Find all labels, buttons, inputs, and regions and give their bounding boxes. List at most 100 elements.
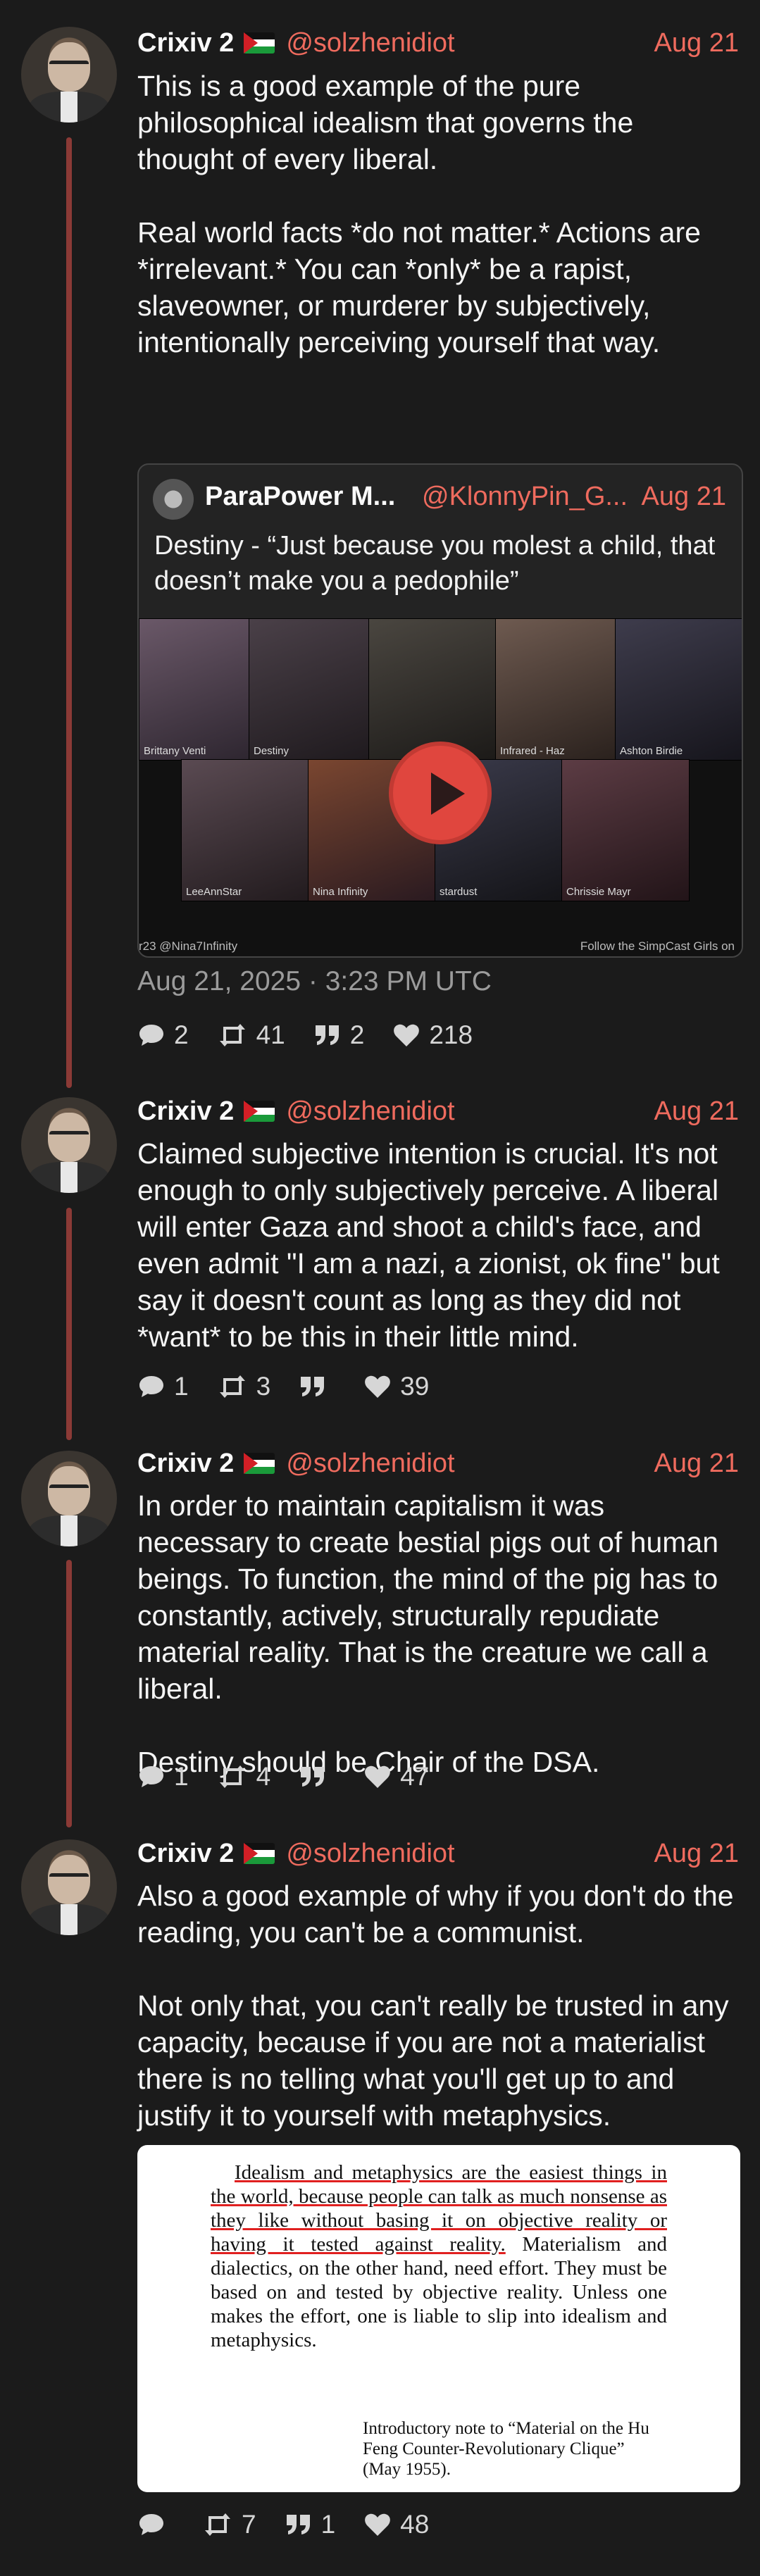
author-name[interactable]: Crixiv 2 xyxy=(137,1096,234,1127)
like-button[interactable]: 39 xyxy=(363,1372,429,1401)
post-stats: 1 3 39 xyxy=(137,1370,457,1403)
author-handle[interactable]: @solzhenidiot xyxy=(286,1449,454,1479)
video-tile-label: LeeAnnStar xyxy=(186,886,242,898)
repost-button[interactable]: 3 xyxy=(217,1372,271,1401)
post-text: Also a good example of why if you don't … xyxy=(137,1877,736,2134)
reply-button[interactable]: 2 xyxy=(137,1020,189,1050)
heart-icon xyxy=(363,1374,392,1399)
video-caption: Follow the SimpCast Girls on xyxy=(580,939,735,953)
video-tile-label: stardust xyxy=(440,886,478,898)
palestine-flag-icon xyxy=(244,32,275,54)
reply-button[interactable]: 1 xyxy=(137,1372,189,1401)
avatar[interactable] xyxy=(21,1839,117,1935)
quote-count: 2 xyxy=(349,1020,365,1049)
post-paragraph: Also a good example of why if you don't … xyxy=(137,1880,734,1949)
quote-avatar xyxy=(153,479,194,520)
reply-button[interactable]: 1 xyxy=(137,1762,189,1792)
palestine-flag-icon xyxy=(244,1101,275,1122)
play-icon[interactable] xyxy=(389,742,492,844)
post-text: This is a good example of the pure philo… xyxy=(137,68,736,361)
attached-image[interactable]: Idealism and metaphysics are the easiest… xyxy=(137,2145,740,2492)
palestine-flag-icon xyxy=(244,1843,275,1864)
heart-icon xyxy=(363,1764,392,1789)
video-tile: LeeAnnStar xyxy=(181,759,309,901)
quote-button[interactable]: 1 xyxy=(285,2510,335,2539)
repost-button[interactable]: 7 xyxy=(202,2510,256,2539)
video-player[interactable]: Brittany Venti Destiny Infrared - Haz As… xyxy=(139,618,742,956)
post-stats: 1 4 47 xyxy=(137,1761,457,1793)
quote-icon xyxy=(299,1764,327,1789)
reply-button[interactable] xyxy=(137,2512,174,2537)
comment-icon xyxy=(137,2512,166,2537)
post-header: Crixiv 2 @solzhenidiot xyxy=(137,1836,455,1871)
video-caption: r23 @Nina7Infinity xyxy=(139,939,238,953)
video-tile: Brittany Venti xyxy=(139,618,250,761)
heart-icon xyxy=(363,2512,392,2537)
quote-button[interactable] xyxy=(299,1374,335,1399)
repost-button[interactable]: 41 xyxy=(217,1020,285,1050)
post-stats: 7 1 48 xyxy=(137,2508,457,2541)
retweet-icon xyxy=(217,1374,248,1399)
quote-author-name: ParaPower M... xyxy=(205,482,396,511)
video-tile: Destiny xyxy=(249,618,370,761)
thread-line xyxy=(66,1208,72,1440)
post-date[interactable]: Aug 21 xyxy=(654,1094,739,1129)
video-tile xyxy=(368,618,497,761)
like-button[interactable]: 218 xyxy=(392,1020,473,1050)
post-stats: 2 41 2 218 xyxy=(137,1019,501,1051)
repost-count: 3 xyxy=(256,1372,271,1401)
post-header: Crixiv 2 @solzhenidiot xyxy=(137,1094,455,1129)
video-tile-label: Chrissie Mayr xyxy=(566,886,631,898)
repost-count: 41 xyxy=(256,1020,285,1049)
post-paragraph: In order to maintain capitalism it was n… xyxy=(137,1489,719,1705)
post-header: Crixiv 2 @solzhenidiot xyxy=(137,25,455,61)
video-tile-label: Ashton Birdie xyxy=(620,745,683,757)
video-tile-label: Destiny xyxy=(254,745,289,757)
quote-author-handle: @KlonnyPin_G... xyxy=(422,482,628,511)
post-date[interactable]: Aug 21 xyxy=(654,1836,739,1871)
like-button[interactable]: 47 xyxy=(363,1762,429,1792)
video-tile: Infrared - Haz xyxy=(495,618,616,761)
author-name[interactable]: Crixiv 2 xyxy=(137,1449,234,1479)
author-handle[interactable]: @solzhenidiot xyxy=(286,28,454,58)
retweet-icon xyxy=(202,2512,233,2537)
reply-count: 1 xyxy=(174,1372,189,1401)
author-handle[interactable]: @solzhenidiot xyxy=(286,1839,454,1869)
quote-excerpt: Idealism and metaphysics are the easiest… xyxy=(211,2161,667,2352)
avatar[interactable] xyxy=(21,1451,117,1546)
comment-icon xyxy=(137,1023,166,1048)
video-tile: Chrissie Mayr xyxy=(561,759,690,901)
post-date[interactable]: Aug 21 xyxy=(654,1446,739,1481)
repost-button[interactable]: 4 xyxy=(217,1762,271,1792)
post-paragraph: Claimed subjective intention is crucial.… xyxy=(137,1137,720,1353)
video-tile-label: Nina Infinity xyxy=(313,886,368,898)
retweet-icon xyxy=(217,1023,248,1048)
reply-count: 1 xyxy=(174,1762,189,1791)
post-timestamp[interactable]: Aug 21, 2025 · 3:23 PM UTC xyxy=(137,966,492,997)
avatar[interactable] xyxy=(21,1097,117,1193)
quote-button[interactable] xyxy=(299,1764,335,1789)
quoted-post[interactable]: ParaPower M... @KlonnyPin_G... Aug 21 De… xyxy=(137,463,743,958)
author-name[interactable]: Crixiv 2 xyxy=(137,28,234,58)
video-tile-label: Infrared - Haz xyxy=(500,745,565,757)
palestine-flag-icon xyxy=(244,1453,275,1474)
avatar[interactable] xyxy=(21,27,117,123)
comment-icon xyxy=(137,1764,166,1789)
quote-icon xyxy=(299,1374,327,1399)
thread-line xyxy=(66,1560,72,1827)
post-date[interactable]: Aug 21 xyxy=(654,25,739,61)
quote-button[interactable]: 2 xyxy=(313,1020,365,1050)
quote-date: Aug 21 xyxy=(641,482,726,511)
quote-icon xyxy=(285,2512,313,2537)
heart-icon xyxy=(392,1023,421,1048)
like-count: 48 xyxy=(400,2510,430,2539)
quote-icon xyxy=(313,1023,342,1048)
author-handle[interactable]: @solzhenidiot xyxy=(286,1096,454,1127)
video-tile: Ashton Birdie xyxy=(615,618,742,761)
post-paragraph: Not only that, you can't really be trust… xyxy=(137,1989,729,2132)
like-button[interactable]: 48 xyxy=(363,2510,429,2539)
like-count: 47 xyxy=(400,1762,430,1791)
author-name[interactable]: Crixiv 2 xyxy=(137,1839,234,1869)
post-text: Claimed subjective intention is crucial.… xyxy=(137,1135,736,1355)
repost-count: 4 xyxy=(256,1762,271,1791)
